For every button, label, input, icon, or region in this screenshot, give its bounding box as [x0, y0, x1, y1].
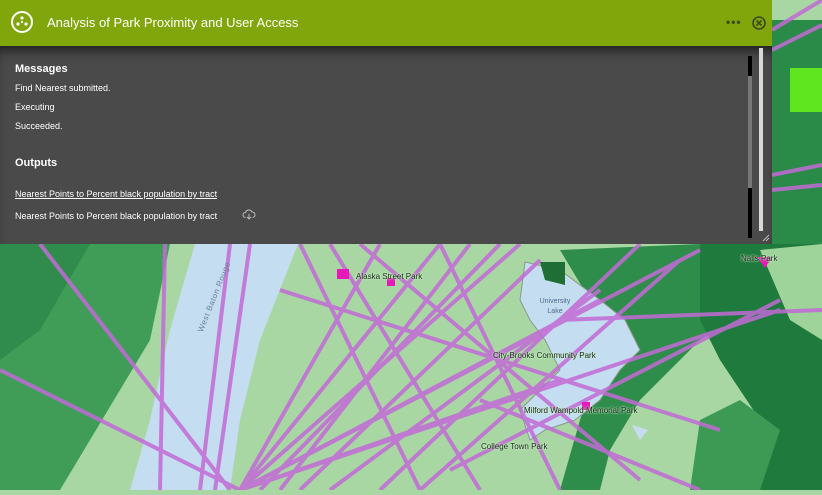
output-link[interactable]: Nearest Points to Percent black populati… [15, 189, 217, 199]
message-item: Executing [15, 102, 55, 112]
more-options-icon[interactable]: ••• [726, 15, 742, 29]
message-item: Find Nearest submitted. [15, 83, 111, 93]
close-icon[interactable] [752, 16, 766, 30]
park-label-college-town: College Town Park [481, 442, 548, 451]
park-marker-alaska [337, 269, 349, 279]
outputs-heading: Outputs [15, 157, 58, 169]
download-icon[interactable] [242, 209, 256, 220]
lake-label-line-2: Lake [547, 308, 563, 315]
park-label-milford: Milford Wampold Memorial Park [524, 406, 638, 415]
panel-body: Messages Find Nearest submitted. Executi… [0, 46, 772, 244]
analysis-icon [11, 11, 33, 33]
park-label-nalls: Nalls Park [741, 254, 778, 263]
scrollbar-thumb[interactable] [748, 76, 752, 188]
park-label-alaska: Alaska Street Park [356, 272, 423, 281]
lake-label-line-1: University [539, 298, 571, 305]
output-item: Nearest Points to Percent black populati… [15, 211, 218, 221]
lake-label: University Lake [530, 297, 580, 317]
panel-resize-bar[interactable] [759, 48, 763, 231]
messages-heading: Messages [15, 63, 68, 75]
message-item: Succeeded. [15, 121, 63, 131]
park-label-city-brooks: City-Brooks Community Park [493, 351, 596, 360]
panel-header[interactable]: Analysis of Park Proximity and User Acce… [0, 0, 772, 46]
resize-handle-icon[interactable] [762, 234, 770, 242]
tract-north-bright [790, 68, 822, 112]
analysis-panel: Analysis of Park Proximity and User Acce… [0, 0, 772, 244]
panel-title: Analysis of Park Proximity and User Acce… [47, 15, 299, 30]
